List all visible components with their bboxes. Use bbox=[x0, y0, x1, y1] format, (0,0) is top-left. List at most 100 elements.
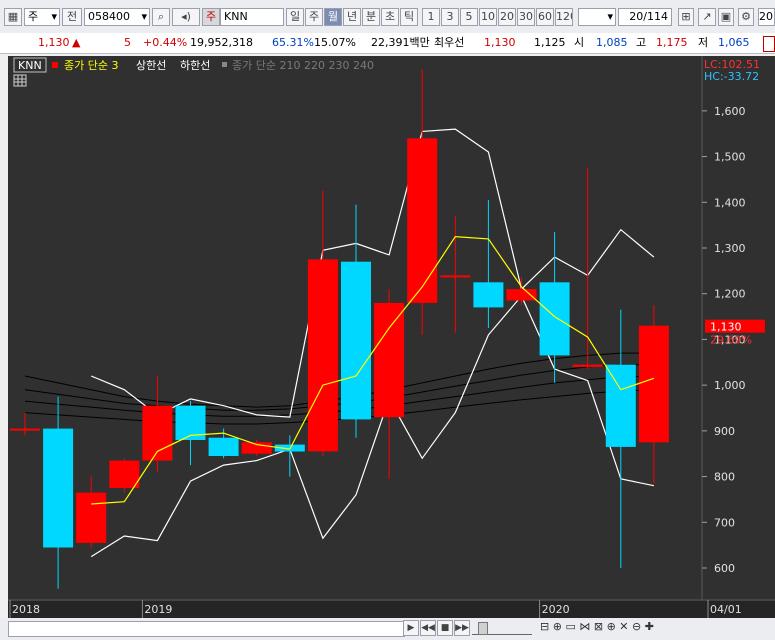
number-tab-0[interactable]: 1 bbox=[422, 8, 440, 26]
x-axis-strip bbox=[8, 601, 775, 618]
market-label: 주 bbox=[28, 10, 39, 23]
scroll-track[interactable] bbox=[8, 621, 405, 637]
low-label: 저 bbox=[698, 36, 709, 49]
candle-body bbox=[605, 364, 636, 447]
save-icon[interactable]: ▣ bbox=[718, 8, 734, 26]
candle-body bbox=[572, 364, 603, 367]
playback-button-0[interactable]: ▶ bbox=[403, 620, 419, 636]
legend-long-ma: 종가 단순 210 220 230 240 bbox=[232, 59, 374, 72]
stock-code-input[interactable]: 058400 ▾ bbox=[84, 8, 150, 26]
stock-type-badge: 주 bbox=[202, 8, 220, 26]
ratio-2: 15.07% bbox=[314, 36, 356, 49]
ask-price: 1,125 bbox=[534, 36, 566, 49]
trade-amount: 22,391백만 bbox=[371, 36, 430, 49]
candlestick-chart[interactable]: 6007008009001,0001,1001,2001,3001,4001,5… bbox=[8, 56, 775, 618]
change-percent: +0.44% bbox=[143, 36, 188, 49]
candle-body bbox=[539, 282, 570, 356]
period-tab-2[interactable]: 월 bbox=[324, 8, 342, 26]
chart-type-icon[interactable]: ⊟ bbox=[540, 620, 549, 633]
number-tab-1[interactable]: 3 bbox=[441, 8, 459, 26]
x-tick-label: 2019 bbox=[144, 603, 172, 616]
y-tick-label: 1,300 bbox=[714, 242, 746, 255]
number-tab-6[interactable]: 60 bbox=[536, 8, 554, 26]
screen-icon[interactable]: ▭ bbox=[565, 620, 575, 633]
x-tick-label: 2018 bbox=[12, 603, 40, 616]
number-tab-3[interactable]: 10 bbox=[479, 8, 497, 26]
y-tick-label: 800 bbox=[714, 471, 735, 484]
number-tab-2[interactable]: 5 bbox=[460, 8, 478, 26]
compare-icon[interactable]: ⋈ bbox=[579, 620, 590, 633]
candle-body bbox=[307, 259, 338, 452]
zoom-out-icon[interactable]: ⊖ bbox=[632, 620, 641, 633]
period-tab-3[interactable]: 년 bbox=[343, 8, 361, 26]
hc-label: HC:-33.72 bbox=[704, 70, 759, 83]
toolbar: ▦ 주 ▾ 전 058400 ▾ ⌕ ◂) 주 KNN 일주월년 분초틱 1 3 5 10… bbox=[0, 0, 775, 34]
zoom-in-icon[interactable]: ⊕ bbox=[607, 620, 616, 633]
search-icon[interactable]: ⌕ bbox=[152, 8, 170, 26]
zoom-slider[interactable] bbox=[472, 622, 532, 635]
legend-lower: 하한선 bbox=[180, 58, 210, 72]
candle-body bbox=[407, 138, 438, 303]
y-tick-label: 700 bbox=[714, 516, 735, 529]
magnet-icon[interactable]: ⊕ bbox=[553, 620, 562, 633]
number-tab-5[interactable]: 30 bbox=[517, 8, 535, 26]
legend-color-swatch bbox=[52, 62, 58, 68]
chevron-down-icon: ▾ bbox=[51, 10, 57, 23]
interval-tab-0[interactable]: 분 bbox=[362, 8, 380, 26]
y-tick-label: 1,600 bbox=[714, 105, 746, 118]
prev-button[interactable]: 전 bbox=[62, 8, 82, 26]
change-arrow-icon: ▲ bbox=[72, 36, 81, 49]
legend-ma3: 종가 단순 3 bbox=[64, 59, 118, 72]
candle-body bbox=[10, 428, 40, 431]
measure-icon[interactable]: ⊠ bbox=[594, 620, 603, 633]
candle-body bbox=[109, 460, 140, 488]
x-tick-label: 2020 bbox=[542, 603, 570, 616]
playback-button-2[interactable]: ■ bbox=[437, 620, 453, 636]
chevron-down-icon: ▾ bbox=[141, 10, 147, 23]
legend-gray-swatch bbox=[222, 62, 227, 67]
number-tab-4[interactable]: 20 bbox=[498, 8, 516, 26]
window-icon[interactable]: ▦ bbox=[4, 8, 22, 26]
market-select[interactable]: 주 ▾ bbox=[24, 8, 60, 26]
y-tick-label: 600 bbox=[714, 562, 735, 575]
candle-body bbox=[208, 437, 239, 456]
extra-field[interactable]: 20 bbox=[758, 8, 775, 26]
candle-body bbox=[638, 325, 669, 443]
price-chart-panel[interactable]: 600 700 800 900 1,000 1,100 1,200 1,300 1,400 1,5… bbox=[8, 56, 775, 618]
plus-icon[interactable]: ✚ bbox=[645, 620, 654, 633]
candle-body bbox=[341, 261, 371, 420]
pref-price: 1,130 bbox=[484, 36, 516, 49]
candle-body bbox=[43, 428, 74, 548]
sound-icon[interactable]: ◂) bbox=[172, 8, 200, 26]
stock-name-field[interactable]: KNN bbox=[220, 8, 284, 26]
quote-info-bar: 1,130 ▲ 5 +0.44% 19,952,318 65.31% 15.07… bbox=[0, 33, 775, 54]
y-tick-label: 1,200 bbox=[714, 288, 746, 301]
y-tick-label: 1,000 bbox=[714, 379, 746, 392]
playback-button-3[interactable]: ▶▶ bbox=[454, 620, 470, 636]
interval-tab-2[interactable]: 틱 bbox=[400, 8, 418, 26]
high-label: 고 bbox=[636, 36, 647, 49]
period-tab-1[interactable]: 주 bbox=[305, 8, 323, 26]
open-price: 1,085 bbox=[596, 36, 628, 49]
side-panel-toggle[interactable] bbox=[763, 36, 775, 52]
interval-tab-1[interactable]: 초 bbox=[381, 8, 399, 26]
zoom-slider-thumb[interactable] bbox=[478, 622, 488, 635]
candle-body bbox=[473, 282, 504, 308]
y-tick-label: 1,500 bbox=[714, 151, 746, 164]
gear-icon[interactable]: ⚙ bbox=[738, 8, 754, 26]
grid-icon[interactable]: ⊞ bbox=[678, 8, 694, 26]
legend-name: KNN bbox=[18, 59, 42, 72]
page-select[interactable]: ▾ bbox=[578, 8, 616, 26]
candle-body bbox=[374, 302, 405, 418]
pref-label: 최우선 bbox=[434, 36, 465, 49]
number-tab-7[interactable]: 120 bbox=[555, 8, 573, 26]
playback-button-1[interactable]: ◀◀ bbox=[420, 620, 436, 636]
x-tick-label: 04/01 bbox=[710, 603, 742, 616]
period-tab-0[interactable]: 일 bbox=[286, 8, 304, 26]
volume: 19,952,318 bbox=[190, 36, 253, 49]
cross-icon[interactable]: ✕ bbox=[619, 620, 628, 633]
chart-tool-icon[interactable]: ↗ bbox=[698, 8, 716, 26]
y-tick-label: 1,400 bbox=[714, 196, 746, 209]
page-counter[interactable]: 20/114 bbox=[618, 8, 672, 26]
bottom-toolbar: ▶ ◀◀ ■ ▶▶ ⊟ ⊕ ▭ ⋈ ⊠ ⊕ ✕ ⊖ ✚ bbox=[0, 618, 775, 640]
